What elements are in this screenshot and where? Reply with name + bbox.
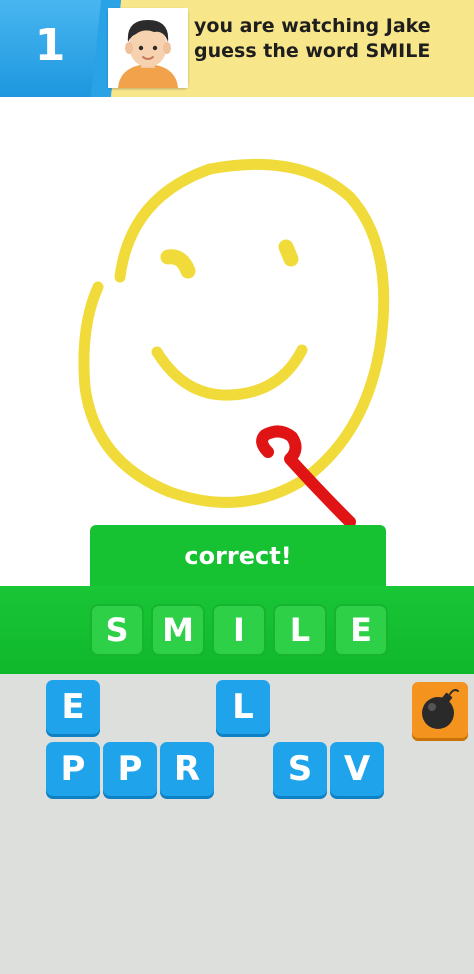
answer-slot: M <box>151 604 205 656</box>
letter-tile[interactable]: S <box>273 742 327 796</box>
drawing-canvas <box>0 97 474 528</box>
answer-slots: S M I L E <box>90 604 388 656</box>
letter-tile[interactable]: P <box>46 742 100 796</box>
answer-slot: E <box>334 604 388 656</box>
answer-slot: I <box>212 604 266 656</box>
answer-slot: L <box>273 604 327 656</box>
left-eye-stroke <box>160 249 196 279</box>
watching-message: you are watching Jake guess the word SMI… <box>194 15 431 62</box>
round-indicator: 1 <box>0 0 106 97</box>
round-number: 1 <box>34 20 66 71</box>
letter-tile[interactable]: P <box>103 742 157 796</box>
player-avatar <box>108 8 188 88</box>
letter-tile[interactable]: E <box>46 680 100 734</box>
bomb-icon <box>422 689 459 729</box>
correct-banner: correct! <box>90 525 386 589</box>
letter-tile[interactable]: L <box>216 680 270 734</box>
letter-tile[interactable]: V <box>330 742 384 796</box>
smiley-drawing <box>78 158 390 528</box>
right-eye-stroke <box>278 239 299 267</box>
letter-tile[interactable]: R <box>160 742 214 796</box>
boy-avatar-icon <box>108 8 188 88</box>
smile-stroke <box>151 344 308 401</box>
top-bar: 1 you are watching Jake guess the word S… <box>0 0 474 97</box>
bomb-button[interactable] <box>412 682 468 738</box>
answer-slot: S <box>90 604 144 656</box>
face-outline-stroke <box>78 158 390 508</box>
